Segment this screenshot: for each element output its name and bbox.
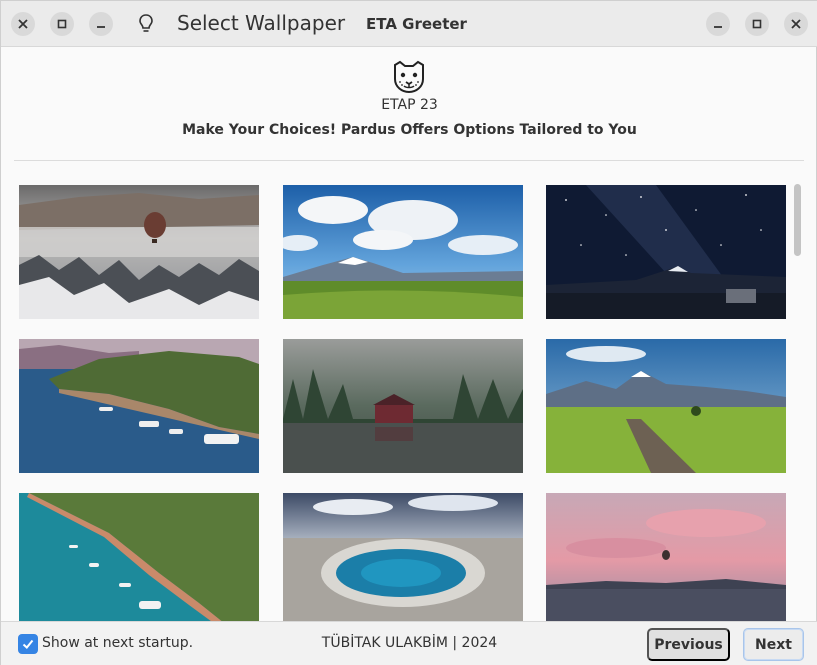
pardus-leopard-logo — [394, 60, 424, 94]
footer: Show at next startup. TÜBİTAK ULAKBİM | … — [1, 621, 817, 665]
close-button-right[interactable] — [784, 12, 808, 36]
maximize-button-right[interactable] — [745, 12, 769, 36]
minimize-icon — [714, 26, 722, 28]
close-button[interactable] — [11, 12, 35, 36]
wallpaper-cappadocia-balloon-winter[interactable] — [19, 185, 259, 319]
lightbulb-icon[interactable] — [137, 13, 155, 35]
wallpaper-pink-sky-balloon[interactable] — [546, 493, 786, 621]
close-icon — [18, 19, 28, 29]
wallpaper-mountain-country-road[interactable] — [546, 339, 786, 473]
window-title: Select Wallpaper — [177, 11, 346, 35]
wallpaper-bay-with-boats[interactable] — [19, 339, 259, 473]
maximize-icon — [57, 19, 67, 29]
subtitle: Make Your Choices! Pardus Offers Options… — [182, 122, 637, 138]
minimize-button-right[interactable] — [706, 12, 730, 36]
scrollbar[interactable] — [794, 184, 801, 256]
wallpaper-grid — [14, 171, 792, 621]
wallpaper-aerial-coast-boats[interactable] — [19, 493, 259, 621]
version-label: ETAP 23 — [381, 97, 438, 113]
app-name: ETA Greeter — [366, 15, 467, 33]
close-icon — [791, 19, 801, 29]
maximize-button[interactable] — [50, 12, 74, 36]
show-at-startup-label[interactable]: Show at next startup. — [42, 635, 193, 651]
title-bar: Select Wallpaper ETA Greeter — [1, 1, 817, 47]
previous-button[interactable]: Previous — [647, 628, 730, 661]
divider — [14, 160, 804, 161]
wallpaper-milky-way-mountain-night[interactable] — [546, 185, 786, 319]
next-button[interactable]: Next — [743, 628, 804, 661]
maximize-icon — [752, 19, 762, 29]
wallpaper-misty-lake-house[interactable] — [283, 339, 523, 473]
minimize-button[interactable] — [89, 12, 113, 36]
app-window: Select Wallpaper ETA Greeter ETAP 23 Mak… — [0, 0, 817, 665]
show-at-startup-checkbox[interactable] — [18, 634, 38, 654]
minimize-icon — [97, 26, 105, 28]
wallpaper-mount-erciyes-clouds[interactable] — [283, 185, 523, 319]
checkmark-icon — [22, 639, 34, 649]
wallpaper-crater-lake-aerial[interactable] — [283, 493, 523, 621]
